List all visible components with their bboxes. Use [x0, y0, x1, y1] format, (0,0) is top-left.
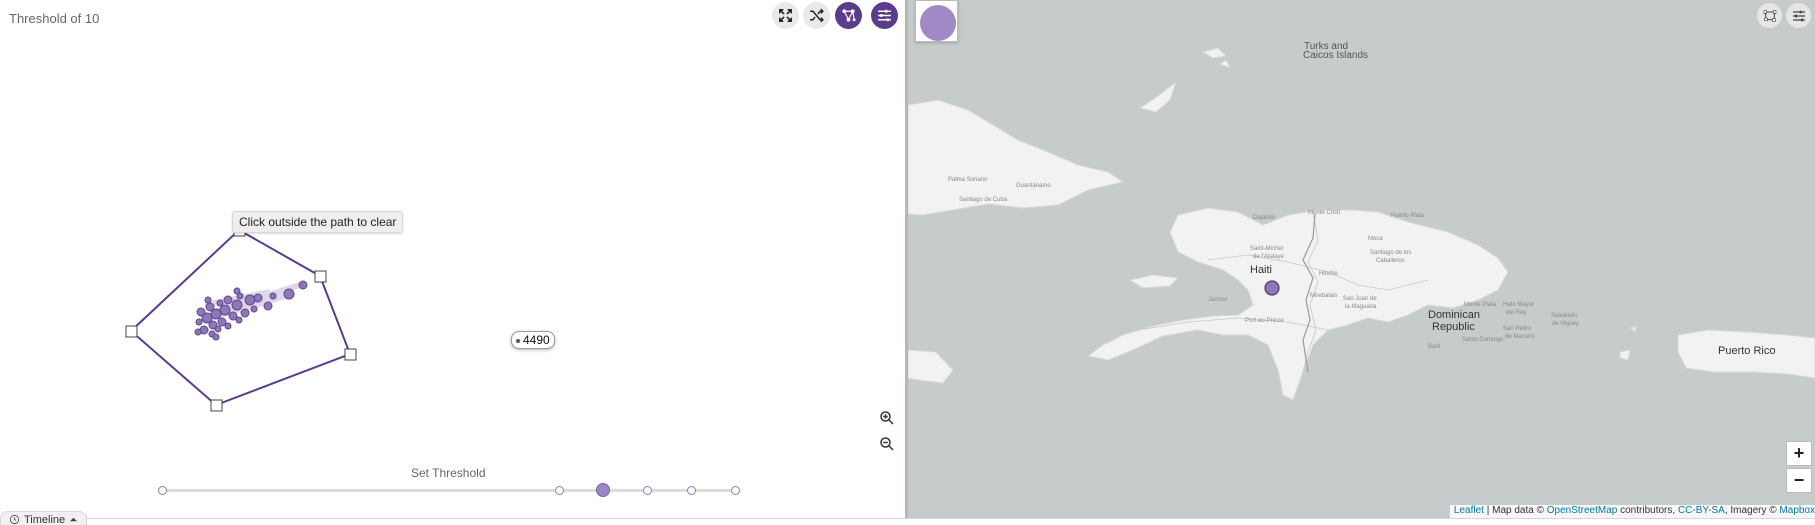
map-label: San Juan de [1343, 296, 1377, 302]
bottom-border [0, 518, 1815, 519]
map-label: Monte Plata [1464, 302, 1497, 308]
map-label: Santo Domingo [1462, 337, 1504, 343]
clear-tooltip: Click outside the path to clear [232, 211, 404, 233]
map-label: Jacmel [1208, 297, 1228, 303]
graph-zoom-in-button[interactable] [875, 406, 899, 430]
shuffle-icon [810, 8, 824, 23]
zoom-out-icon [880, 437, 894, 451]
map-label: Monte Cristi [1308, 210, 1341, 216]
map-label: Dajabón [1253, 215, 1276, 221]
slider-thumb[interactable] [596, 483, 610, 497]
osm-link[interactable]: OpenStreetMap [1547, 505, 1618, 516]
map-label-country: Republic [1432, 321, 1475, 333]
map-marker[interactable] [1264, 280, 1280, 296]
network-button[interactable] [835, 2, 862, 29]
map-label: Guantánamo [1016, 183, 1051, 189]
slider-tick[interactable] [158, 486, 167, 495]
map-legend[interactable] [915, 0, 958, 42]
zoom-in-icon [880, 411, 894, 425]
network-icon [842, 9, 856, 22]
graph-settings-button[interactable] [871, 2, 898, 29]
attribution-text: , Imagery © [1724, 505, 1780, 516]
timeline-label: Timeline [24, 513, 66, 525]
map-label: Mirebalais [1310, 293, 1338, 299]
map-label: Caicos Islands [1303, 50, 1369, 61]
map-label: Hato Mayor [1503, 302, 1535, 308]
ccbysa-link[interactable]: CC-BY-SA [1678, 505, 1725, 516]
slider-tick[interactable] [643, 486, 652, 495]
map-label: Santiago de los [1370, 250, 1412, 256]
map-settings-button[interactable] [1786, 3, 1811, 28]
node-label[interactable]: 4490 [511, 331, 555, 349]
map-label: la Maguana [1345, 304, 1377, 310]
node-dot-icon [516, 338, 520, 343]
map-label-country: Haiti [1250, 264, 1273, 276]
map-label: Port-au-Prince [1245, 318, 1284, 324]
node-label-text: 4490 [523, 333, 550, 347]
attribution-text: | Map data © [1483, 505, 1547, 516]
map-label: Santiago de Cuba [959, 197, 1008, 203]
map-label: Hinche [1319, 271, 1338, 277]
map-label: del Rey [1506, 310, 1527, 316]
expand-icon [779, 9, 792, 22]
clock-icon [9, 514, 20, 525]
slider-tick[interactable] [555, 486, 564, 495]
map-label: Salvaleón [1551, 313, 1578, 319]
map-label-country: Puerto Rico [1718, 345, 1776, 357]
map-zoom-out-button[interactable]: − [1786, 468, 1812, 493]
map-label: de l'Atalaye [1253, 254, 1284, 260]
lasso-icon [1763, 9, 1776, 22]
mapbox-link[interactable]: Mapbox [1779, 505, 1815, 516]
attribution-text: contributors, [1617, 505, 1678, 516]
map-label: Caballeros [1376, 258, 1405, 264]
fullscreen-button[interactable] [772, 2, 799, 29]
slider-tick[interactable] [731, 486, 740, 495]
map-attribution: Leaflet | Map data © OpenStreetMap contr… [1449, 505, 1815, 518]
slider-label: Set Threshold [411, 466, 486, 480]
shuffle-button[interactable] [803, 2, 830, 29]
slider-tick[interactable] [687, 486, 696, 495]
map-label: Saint-Michel [1250, 246, 1284, 252]
map-label: de Macorís [1505, 334, 1535, 340]
app-root: Threshold of 10 Click outside the path t… [0, 0, 1815, 525]
caret-up-icon [70, 517, 78, 522]
graph-zoom-out-button[interactable] [875, 432, 899, 456]
sliders-icon [1792, 10, 1805, 21]
timeline-toggle[interactable]: Timeline [0, 511, 88, 525]
graph-pane: Threshold of 10 Click outside the path t… [0, 0, 905, 518]
map-label: Baní [1428, 344, 1441, 350]
leaflet-link[interactable]: Leaflet [1454, 505, 1484, 516]
legend-circle [920, 5, 956, 41]
map-label-country: Dominican [1428, 309, 1480, 321]
map-label: Palma Soriano [948, 177, 988, 183]
network-graph[interactable] [0, 0, 905, 518]
sliders-icon [878, 9, 891, 22]
map-label: de Higüey [1552, 321, 1580, 327]
map-zoom-in-button[interactable]: + [1786, 441, 1812, 466]
map-tiles[interactable] [908, 0, 1815, 518]
map-label: Moca [1368, 236, 1383, 242]
graph-nodes[interactable] [194, 280, 308, 341]
map-lasso-button[interactable] [1757, 3, 1782, 28]
map-label: San Pedro [1503, 326, 1532, 332]
map-pane[interactable]: Turks and Caicos Islands Santiago de Cub… [908, 0, 1815, 518]
map-label: Puerto Plata [1391, 213, 1425, 219]
